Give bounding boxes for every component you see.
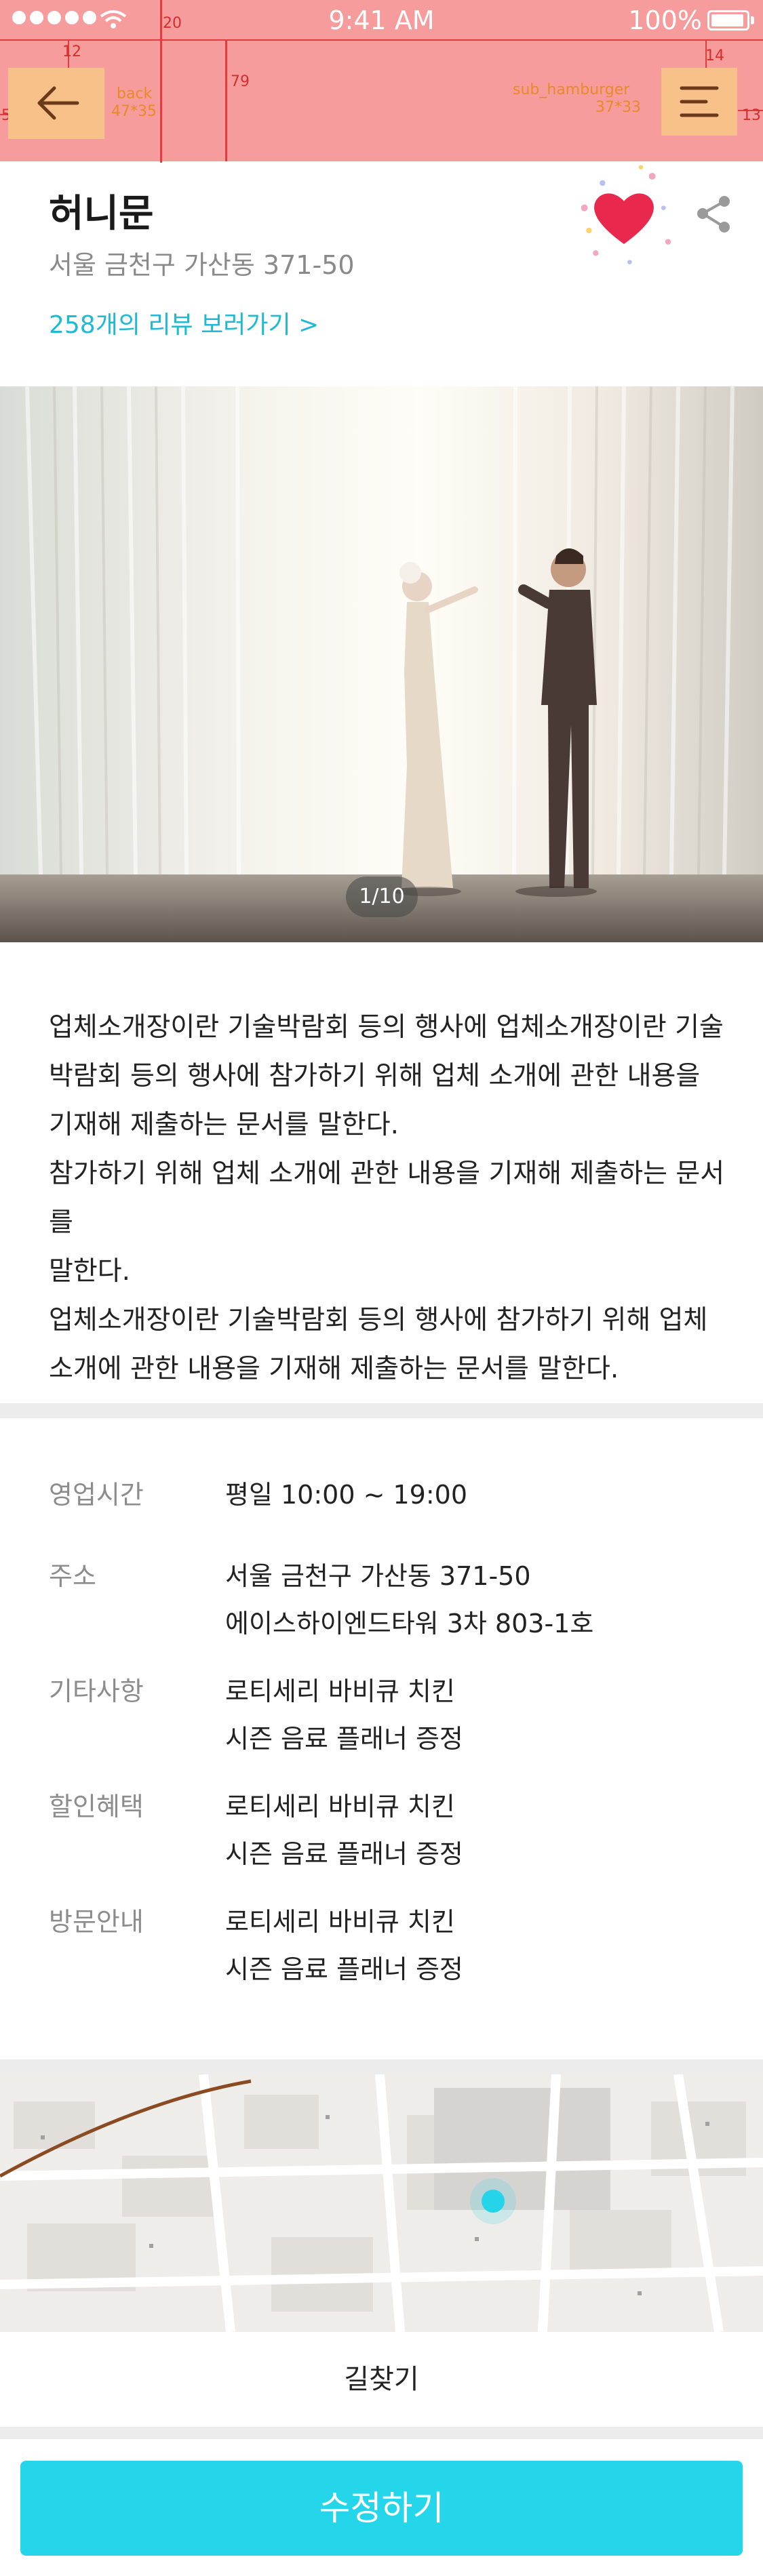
info-value: 평일 10:00 ~ 19:00	[225, 1480, 468, 1510]
back-button[interactable]	[8, 68, 104, 139]
menu-margin-top-label: 14	[705, 47, 724, 64]
review-link[interactable]: 258개의 리뷰 보러가기 >	[49, 305, 319, 340]
share-icon[interactable]	[692, 192, 736, 236]
directions-button[interactable]: 길찾기	[0, 2332, 763, 2427]
info-row-hours: 영업시간 평일 10:00 ~ 19:00	[49, 1471, 727, 1518]
navigation-bar	[0, 39, 763, 161]
section-divider	[0, 2059, 763, 2074]
info-row-visit: 방문안내 로티세리 바비큐 치킨 시즌 음료 플래너 증정	[49, 1898, 727, 1993]
info-value: 시즌 음료 플래너 증정	[225, 1724, 463, 1754]
description-line: 업체소개장이란 기술박람회 등의 행사에 참가하기 위해 업체	[49, 1305, 708, 1335]
back-margin-top-label: 12	[62, 43, 81, 60]
info-value: 로티세리 바비큐 치킨	[225, 1907, 455, 1937]
redline-guide	[0, 39, 763, 41]
info-value: 시즌 음료 플래너 증정	[225, 1839, 463, 1869]
menu-button[interactable]	[661, 68, 737, 136]
shop-address: 서울 금천구 가산동 371-50	[49, 250, 355, 280]
section-divider	[0, 2427, 763, 2439]
info-label: 영업시간	[49, 1480, 144, 1510]
status-height-label: 20	[163, 15, 182, 32]
info-label: 기타사항	[49, 1676, 144, 1706]
info-row-address: 주소 서울 금천구 가산동 371-50 에이스하이엔드타워 3차 803-1호	[49, 1552, 727, 1647]
back-annotation-size: 47*35	[111, 103, 157, 120]
nav-height-label: 79	[231, 73, 250, 90]
info-row-discount: 할인혜택 로티세리 바비큐 치킨 시즌 음료 플래너 증정	[49, 1783, 727, 1878]
info-label: 방문안내	[49, 1907, 144, 1937]
menu-annotation-size: 37*33	[595, 99, 641, 116]
menu-annotation-label: sub_hamburger	[513, 81, 630, 98]
description: 업체소개장이란 기술박람회 등의 행사에 업체소개장이란 기술 박람회 등의 행…	[49, 1003, 727, 1394]
menu-margin-right-label: 13	[742, 107, 761, 124]
redline-guide	[225, 39, 227, 161]
gallery-photo[interactable]	[0, 386, 763, 942]
page-title: 허니문	[49, 192, 154, 236]
info-value: 서울 금천구 가산동 371-50	[225, 1561, 531, 1591]
section-divider	[0, 1403, 763, 1418]
info-label: 할인혜택	[49, 1792, 144, 1822]
status-bar: 9:41 AM 100%	[0, 0, 763, 39]
heart-icon[interactable]	[570, 163, 678, 264]
edit-button[interactable]: 수정하기	[20, 2461, 743, 2556]
info-value: 로티세리 바비큐 치킨	[225, 1676, 455, 1706]
shop-info: 영업시간 평일 10:00 ~ 19:00 주소 서울 금천구 가산동 371-…	[49, 1471, 727, 1993]
info-label: 주소	[49, 1561, 96, 1591]
description-line: 참가하기 위해 업체 소개에 관한 내용을 기재해 제출하는 문서를	[49, 1159, 725, 1238]
info-value: 로티세리 바비큐 치킨	[225, 1792, 455, 1822]
hamburger-icon	[680, 86, 719, 117]
location-map[interactable]	[0, 2074, 763, 2332]
description-line: 박람회 등의 행사에 참가하기 위해 업체 소개에 관한 내용을	[49, 1061, 701, 1091]
description-line: 말한다.	[49, 1256, 131, 1287]
battery-icon	[707, 10, 749, 31]
info-value: 시즌 음료 플래너 증정	[225, 1954, 463, 1984]
description-line: 업체소개장이란 기술박람회 등의 행사에 업체소개장이란 기술	[49, 1012, 724, 1043]
info-value: 에이스하이엔드타워 3차 803-1호	[225, 1609, 594, 1638]
back-annotation-label: back	[117, 85, 153, 102]
description-line: 기재해 제출하는 문서를 말한다.	[49, 1110, 399, 1140]
description-line: 소개에 관한 내용을 기재해 제출하는 문서를 말한다.	[49, 1354, 619, 1384]
battery-percent: 100%	[628, 5, 702, 35]
info-row-etc: 기타사항 로티세리 바비큐 치킨 시즌 음료 플래너 증정	[49, 1668, 727, 1763]
redline-guide	[160, 0, 162, 163]
gallery-pager: 1/10	[346, 877, 418, 917]
back-arrow-icon	[37, 86, 79, 120]
